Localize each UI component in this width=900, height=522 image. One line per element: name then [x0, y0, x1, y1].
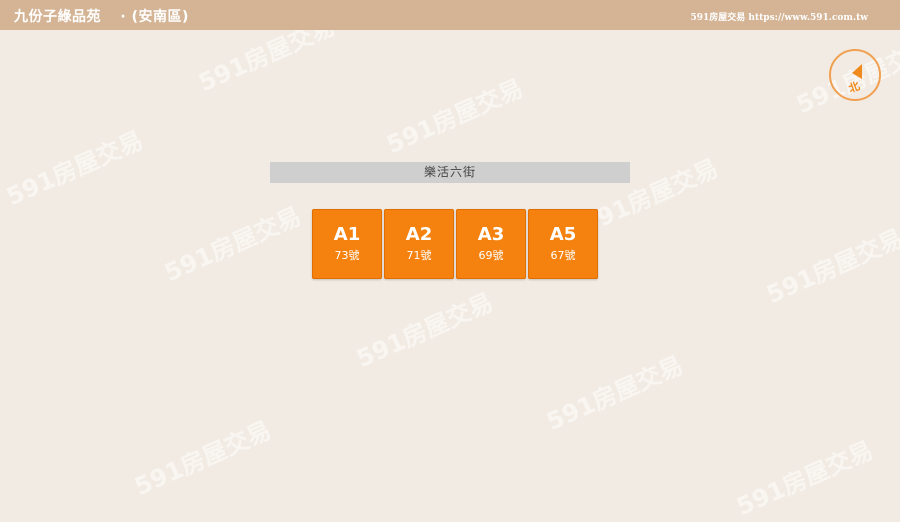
header-bar: 九份子綠品苑 · (安南區) 591房屋交易 https://www.591.c…	[0, 0, 900, 30]
compass-button[interactable]: 北	[829, 49, 881, 101]
title-separator: ·	[120, 9, 127, 25]
unit-grid: A1 73號 A2 71號 A3 69號 A5 67號	[312, 209, 602, 279]
unit-code: A1	[333, 224, 361, 245]
unit-card[interactable]: A2 71號	[384, 209, 454, 279]
unit-number: 73號	[334, 249, 360, 262]
unit-card[interactable]: A1 73號	[312, 209, 382, 279]
page-title: 九份子綠品苑 · (安南區)	[14, 6, 189, 26]
unit-number: 67號	[550, 249, 576, 262]
unit-card[interactable]: A5 67號	[528, 209, 598, 279]
district-name: (安南區)	[131, 9, 189, 25]
compass-label: 北	[846, 79, 861, 96]
watermark: 591房屋交易	[762, 224, 900, 310]
unit-card[interactable]: A3 69號	[456, 209, 526, 279]
watermark: 591房屋交易	[2, 126, 148, 212]
watermark: 591房屋交易	[160, 202, 306, 288]
watermark: 591房屋交易	[130, 416, 276, 502]
unit-number: 69號	[478, 249, 504, 262]
watermark: 591房屋交易	[732, 436, 878, 522]
street-label: 樂活六街	[270, 162, 630, 183]
unit-code: A3	[477, 224, 505, 245]
unit-code: A2	[405, 224, 433, 245]
unit-number: 71號	[406, 249, 432, 262]
watermark: 591房屋交易	[542, 351, 688, 437]
unit-code: A5	[549, 224, 577, 245]
source-credit: 591房屋交易 https://www.591.com.tw	[690, 13, 868, 23]
community-name: 九份子綠品苑	[14, 9, 101, 25]
watermark: 591房屋交易	[352, 288, 498, 374]
watermark: 591房屋交易	[382, 74, 528, 160]
north-arrow-icon: 北	[846, 64, 862, 96]
